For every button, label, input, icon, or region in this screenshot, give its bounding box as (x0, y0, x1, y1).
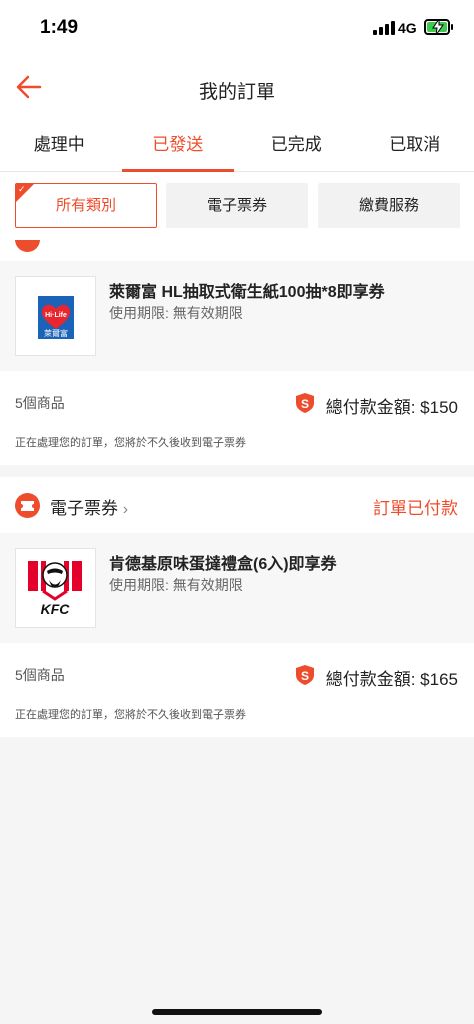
filter-bill-payment[interactable]: 繳費服務 (318, 183, 460, 228)
item-count: 5個商品 (15, 395, 65, 411)
order-product[interactable]: Hi·Life 萊爾富 萊爾富 HL抽取式衛生紙100抽*8即享券 使用期限: … (0, 261, 474, 371)
order-status-tabs: 處理中 已發送 已完成 已取消 (0, 120, 474, 172)
kfc-logo-text: KFC (41, 601, 71, 617)
charging-bolt-icon (432, 19, 444, 35)
order-note: 正在處理您的訂單，您將於不久後收到電子票券 (15, 437, 246, 449)
home-indicator[interactable] (152, 1009, 322, 1015)
order-card-header[interactable]: 電子票券 › 訂單已付款 (0, 477, 474, 533)
filter-all-categories[interactable]: ✓ 所有類別 (15, 183, 157, 228)
status-bar: 1:49 4G (0, 0, 474, 56)
product-validity: 使用期限: 無有效期限 (109, 305, 243, 321)
order-card-header-partial (0, 240, 474, 262)
cellular-signal-icon (373, 21, 395, 35)
page-title: 我的訂單 (198, 82, 275, 103)
filter-e-voucher[interactable]: 電子票券 (166, 183, 308, 228)
product-name: 肯德基原味蛋撻禮盒(6入)即享券 (109, 556, 337, 573)
product-thumbnail: KFC (15, 548, 96, 628)
e-voucher-icon (15, 240, 40, 252)
svg-text:S: S (301, 669, 309, 683)
order-status: 訂單已付款 (373, 499, 458, 518)
network-type: 4G (398, 20, 417, 36)
hilife-logo: Hi·Life 萊爾富 (38, 296, 74, 339)
tab-cancelled[interactable]: 已取消 (356, 120, 474, 171)
tab-shipped[interactable]: 已發送 (119, 120, 238, 172)
kfc-logo: KFC (28, 561, 82, 617)
check-icon: ✓ (18, 184, 26, 194)
order-total: 總付款金額: $165 (325, 670, 458, 689)
tab-processing[interactable]: 處理中 (0, 120, 119, 171)
item-count: 5個商品 (15, 667, 65, 683)
e-voucher-icon (15, 493, 40, 518)
order-product[interactable]: KFC 肯德基原味蛋撻禮盒(6入)即享券 使用期限: 無有效期限 (0, 533, 474, 643)
order-summary: 5個商品 S 總付款金額: $150 正在處理您的訂單，您將於不久後收到電子票券 (0, 371, 474, 465)
status-time: 1:49 (40, 17, 79, 38)
filter-label: 所有類別 (55, 197, 116, 214)
shopee-guarantee-icon: S (296, 665, 314, 685)
chevron-right-icon: › (122, 501, 129, 518)
svg-text:Hi·Life: Hi·Life (45, 312, 67, 319)
svg-text:S: S (301, 397, 309, 411)
page-header: 我的訂單 (0, 56, 474, 120)
order-summary: 5個商品 S 總付款金額: $165 正在處理您的訂單，您將於不久後收到電子票券 (0, 643, 474, 737)
tab-completed[interactable]: 已完成 (237, 120, 356, 171)
hilife-logo-text: 萊爾富 (44, 328, 68, 338)
shopee-guarantee-icon: S (296, 393, 314, 413)
order-total: 總付款金額: $150 (325, 398, 458, 417)
product-validity: 使用期限: 無有效期限 (109, 577, 243, 593)
shop-name[interactable]: 電子票券 › (50, 494, 128, 519)
product-thumbnail: Hi·Life 萊爾富 (15, 276, 96, 356)
shop-name-label: 電子票券 (50, 499, 118, 518)
product-name: 萊爾富 HL抽取式衛生紙100抽*8即享券 (109, 284, 385, 301)
order-note: 正在處理您的訂單，您將於不久後收到電子票券 (15, 709, 246, 721)
category-filter-bar: ✓ 所有類別 電子票券 繳費服務 (0, 172, 474, 240)
battery-icon (424, 19, 453, 35)
